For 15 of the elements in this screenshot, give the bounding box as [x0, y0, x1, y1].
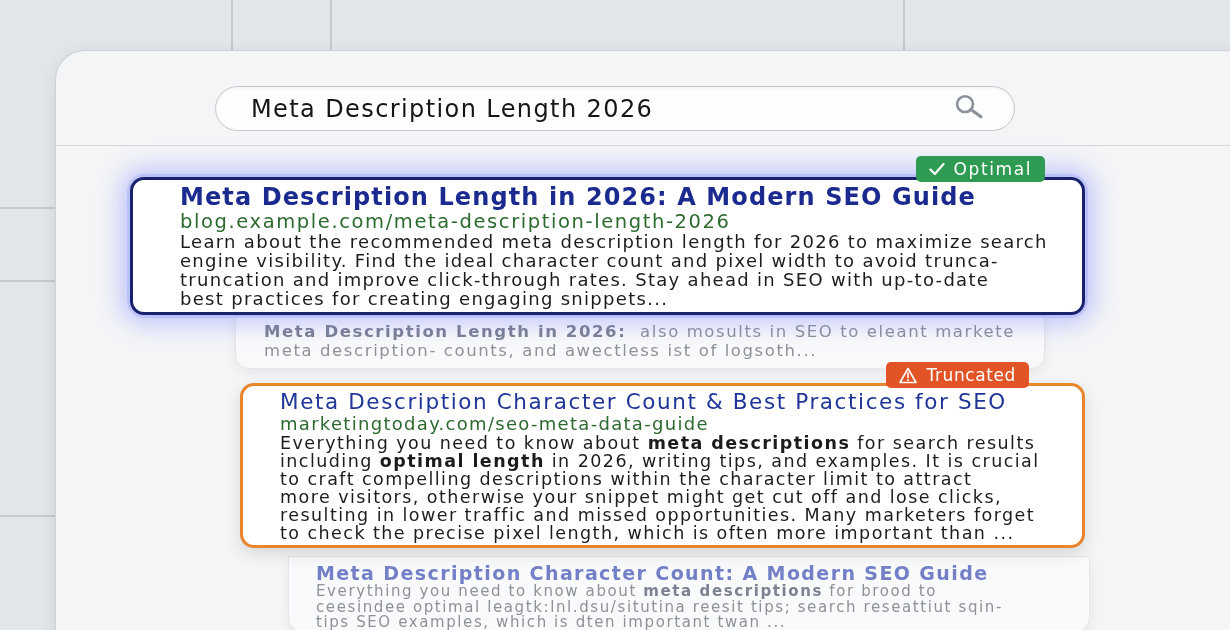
warning-icon: [899, 366, 918, 384]
faded-result-snippet: Meta Description Length in 2026: also mosults in SEO to eleant markete meta description- counts, and awectless ist of logsoth...: [264, 322, 1016, 360]
result-snippet: Learn about the recommended meta description length for 2026 to maximize search engine visibility. Find the ideal character count and pixel width to avoid trunca- truncation and improve click-through rates. Stay ahead in SEO with up-to-date best practices for creating engaging snippets...: [180, 232, 1048, 308]
result-title-link[interactable]: Meta Description Length in 2026: A Modern SEO Guide: [180, 184, 976, 211]
result-snippet: Everything you need to know about meta descriptions for search results including optimal length in 2026, writing tips, and examples. It is crucial to craft compelling descriptions within the character limit to attract more visitors, otherwise your snippet might get cut off and lose clicks, resulting in lower traffic and missed opportunities. Many marketers forget to check the precise pixel length, which is often more important than ...: [280, 434, 1040, 542]
search-field[interactable]: Meta Description Length 2026: [215, 86, 1015, 131]
badge-label: Truncated: [926, 366, 1016, 384]
result-title-link[interactable]: Meta Description Character Count & Best Practices for SEO: [280, 389, 1007, 414]
check-icon: [928, 163, 945, 175]
faded-result-title: Meta Description Character Count: A Modern SEO Guide: [316, 562, 989, 584]
badge-label: Optimal: [953, 160, 1032, 178]
result-url: marketingtoday.com/seo-meta-data-guide: [280, 414, 709, 434]
result-url: blog.example.com/meta-description-length-2026: [180, 211, 731, 232]
faded-result-snippet: Everything you need to know about meta descriptions for brood to ceesindee optimal leagtk:lnl.dsu/situtina reesit tips; search reseattiut sqin- tips SEO examples, which is dten important twan ...: [316, 584, 1003, 630]
search-icon[interactable]: [955, 93, 983, 119]
